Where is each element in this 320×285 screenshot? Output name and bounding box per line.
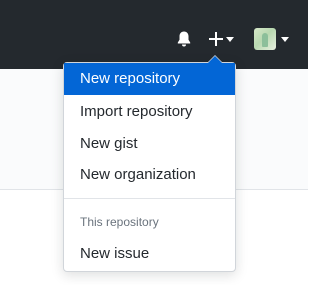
menu-item-new-repository[interactable]: New repository [64, 63, 235, 95]
menu-item-import-repository[interactable]: Import repository [64, 96, 235, 128]
caret-down-icon [281, 36, 289, 42]
create-new-button[interactable] [208, 28, 240, 50]
menu-section-header: This repository [80, 215, 159, 229]
avatar [254, 28, 276, 50]
page: New repository Import repository New gis… [0, 0, 308, 285]
plus-icon [209, 32, 223, 46]
menu-item-new-organization[interactable]: New organization [64, 159, 235, 191]
bell-icon [177, 31, 191, 47]
create-dropdown-menu: New repository Import repository New gis… [63, 55, 236, 272]
menu-item-new-gist[interactable]: New gist [64, 128, 235, 160]
menu-divider [64, 198, 235, 199]
menu-item-new-issue[interactable]: New issue [64, 238, 235, 270]
dropdown-caret-fill [208, 56, 222, 63]
top-header [0, 0, 308, 69]
caret-down-icon [226, 36, 234, 42]
user-menu-button[interactable] [254, 26, 294, 52]
notifications-button[interactable] [176, 28, 196, 50]
